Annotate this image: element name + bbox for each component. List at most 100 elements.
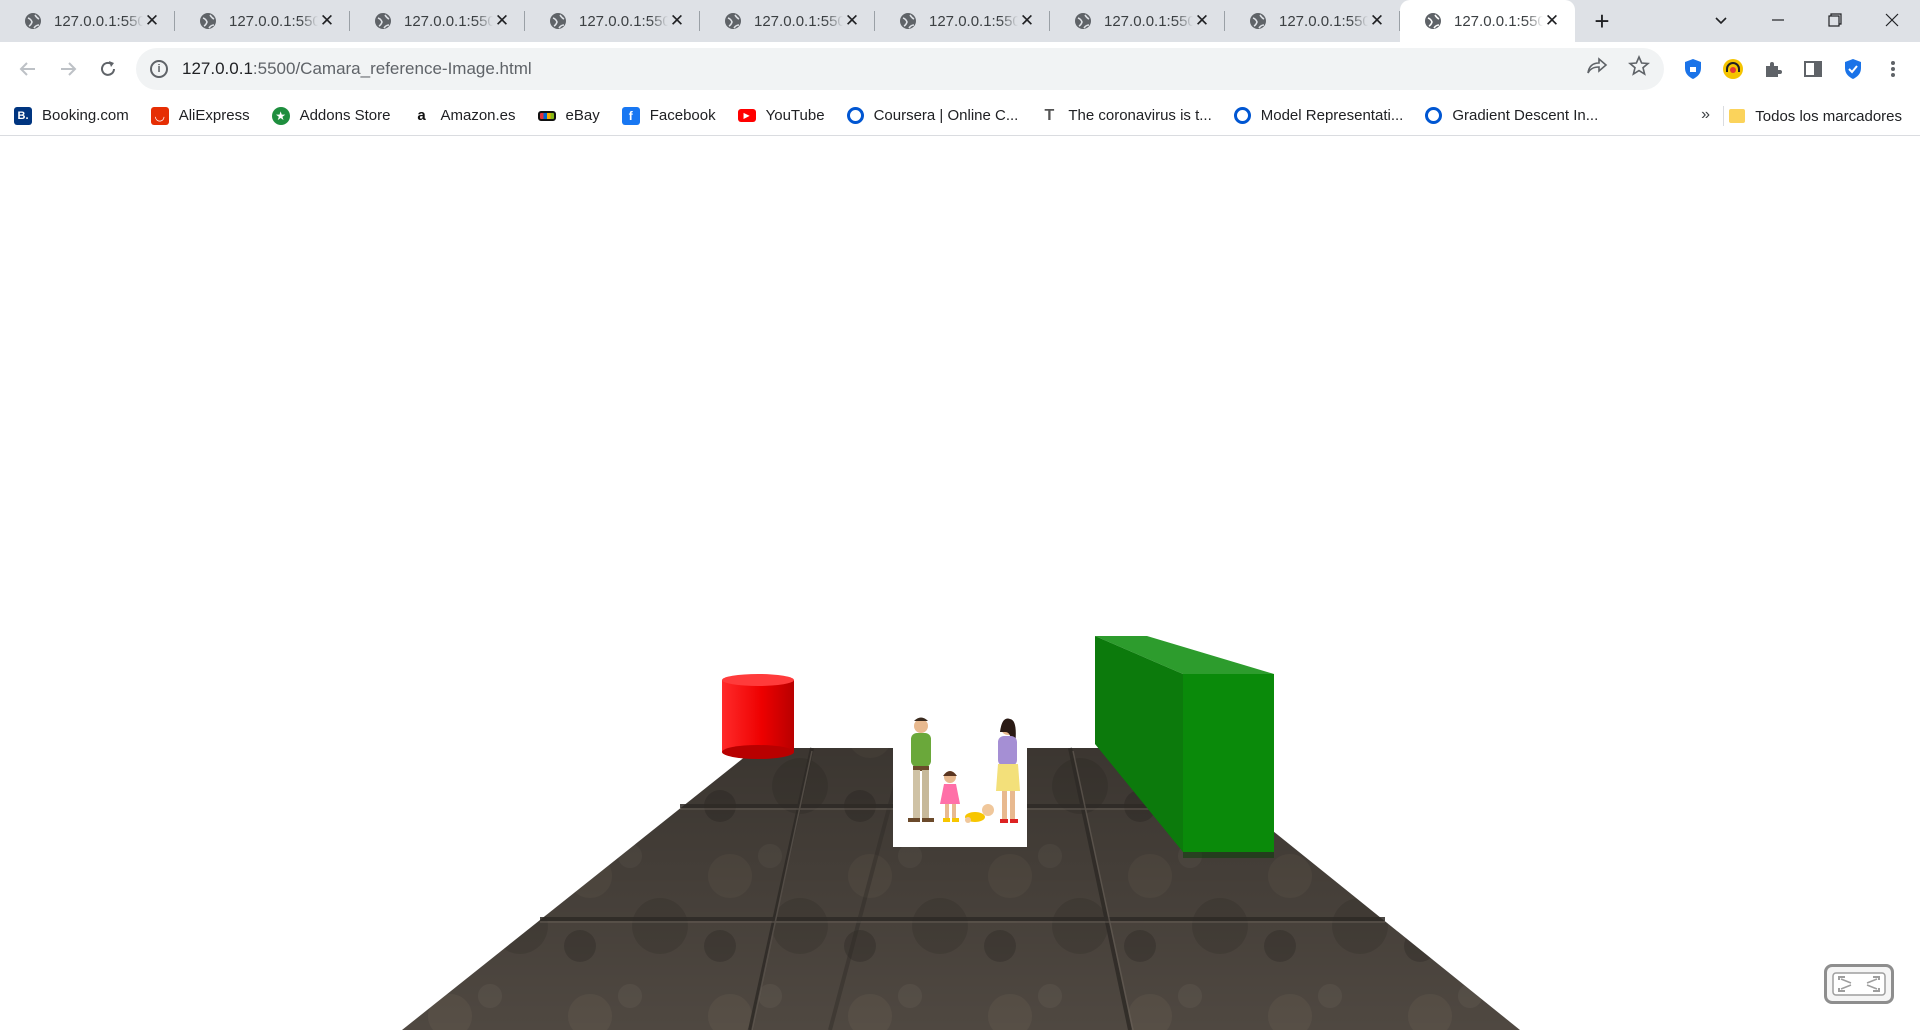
fullscreen-icon: [1832, 972, 1886, 996]
bookmark-item[interactable]: ★ Addons Store: [271, 106, 391, 125]
close-tab-icon[interactable]: ✕: [1368, 12, 1386, 30]
bookmark-item[interactable]: Gradient Descent In...: [1425, 107, 1598, 124]
tab[interactable]: 127.0.0.1:5500 ✕: [350, 0, 525, 42]
addons-store-icon: ★: [271, 106, 290, 125]
all-bookmarks-folder[interactable]: Todos los marcadores: [1729, 96, 1902, 136]
extensions-area: [1680, 42, 1906, 96]
tab-title: 127.0.0.1:5500: [1104, 12, 1193, 30]
bookmark-label: Facebook: [649, 107, 716, 124]
tab[interactable]: 127.0.0.1:5500 ✕: [1225, 0, 1400, 42]
facebook-icon: f: [621, 106, 640, 125]
bookmark-label: Model Representati...: [1260, 107, 1404, 124]
amazon-icon: a: [417, 107, 426, 124]
new-tab-button[interactable]: +: [1581, 0, 1623, 42]
bookmark-item[interactable]: f Facebook: [621, 106, 716, 125]
close-tab-icon[interactable]: ✕: [493, 12, 511, 30]
article-icon: T: [1044, 106, 1055, 124]
close-tab-icon[interactable]: ✕: [668, 12, 686, 30]
threejs-canvas[interactable]: [0, 136, 1920, 1030]
close-tab-icon[interactable]: ✕: [1193, 12, 1211, 30]
site-info-icon[interactable]: i: [150, 60, 168, 78]
tab[interactable]: 127.0.0.1:5500 ✕: [175, 0, 350, 42]
tab-title: 127.0.0.1:5500: [1454, 12, 1543, 30]
back-arrow-icon: [19, 62, 35, 76]
close-tab-icon[interactable]: ✕: [843, 12, 861, 30]
back-button[interactable]: [8, 49, 48, 89]
url-path: :5500/Camara_reference-Image.html: [252, 59, 532, 78]
address-bar-actions: [1586, 48, 1651, 90]
bookmark-label: eBay: [565, 107, 600, 124]
address-bar[interactable]: i 127.0.0.1:5500/Camara_reference-Image.…: [136, 48, 1664, 90]
forward-button[interactable]: [48, 49, 88, 89]
bookmark-label: AliExpress: [178, 107, 250, 124]
bookmark-label: Coursera | Online C...: [873, 107, 1019, 124]
bookmark-label: Amazon.es: [440, 107, 516, 124]
bookmark-item[interactable]: Model Representati...: [1233, 107, 1404, 124]
fullscreen-button[interactable]: [1824, 964, 1894, 1004]
tab[interactable]: 127.0.0.1:5500 ✕: [525, 0, 700, 42]
share-icon[interactable]: [1586, 56, 1608, 82]
bookmark-item[interactable]: ▶ YouTube: [737, 107, 825, 124]
window-controls: [1692, 0, 1920, 42]
youtube-icon: ▶: [737, 109, 756, 122]
bookmark-label: YouTube: [765, 107, 825, 124]
close-tab-icon[interactable]: ✕: [143, 12, 161, 30]
restore-button[interactable]: [1806, 0, 1863, 40]
tab-strip: 127.0.0.1:5500 ✕ 127.0.0.1:5500 ✕ 127.0.…: [0, 0, 1920, 42]
red-cylinder: [722, 674, 794, 759]
forward-arrow-icon: [61, 62, 77, 76]
divider: [1723, 106, 1724, 126]
close-window-button[interactable]: [1863, 0, 1920, 40]
bookmark-label: Booking.com: [42, 107, 129, 124]
vpn-shield-icon[interactable]: [1680, 56, 1706, 82]
tab-title: 127.0.0.1:5500: [1279, 12, 1368, 30]
family-picture: [893, 717, 1027, 847]
globe-icon: [375, 13, 391, 29]
globe-icon: [550, 13, 566, 29]
bookmark-item[interactable]: ◡ AliExpress: [150, 106, 250, 125]
tab[interactable]: 127.0.0.1:5500 ✕: [0, 0, 175, 42]
bookmark-label: The coronavirus is t...: [1068, 107, 1212, 124]
reload-icon: [101, 61, 115, 76]
tab-title: 127.0.0.1:5500: [929, 12, 1018, 30]
bookmark-star-icon[interactable]: [1627, 54, 1651, 83]
security-shield-icon[interactable]: [1840, 56, 1866, 82]
globe-icon: [200, 13, 216, 29]
tab-title: 127.0.0.1:5500: [579, 12, 668, 30]
menu-kebab-icon[interactable]: [1880, 56, 1906, 82]
tab[interactable]: 127.0.0.1:5500 ✕: [1050, 0, 1225, 42]
globe-icon: [1075, 13, 1091, 29]
tab-title: 127.0.0.1:5500: [54, 12, 143, 30]
extensions-puzzle-icon[interactable]: [1760, 56, 1786, 82]
page-viewport: [0, 136, 1920, 1030]
booking-icon: B.: [14, 106, 32, 125]
bookmark-item[interactable]: Coursera | Online C...: [846, 107, 1019, 124]
close-tab-icon[interactable]: ✕: [1018, 12, 1036, 30]
bookmark-item[interactable]: T The coronavirus is t...: [1040, 107, 1211, 125]
close-tab-icon[interactable]: ✕: [1543, 12, 1561, 30]
bookmarks-overflow-button[interactable]: »: [1701, 106, 1710, 124]
globe-icon: [1250, 13, 1266, 29]
globe-icon: [725, 13, 741, 29]
tab-search-icon[interactable]: [1692, 0, 1749, 40]
headphones-extension-icon[interactable]: [1720, 56, 1746, 82]
tab-title: 127.0.0.1:5500: [754, 12, 843, 30]
bookmark-label: Gradient Descent In...: [1452, 107, 1599, 124]
coursera-icon: [1233, 107, 1251, 124]
url-host: 127.0.0.1: [182, 59, 253, 78]
url-text[interactable]: 127.0.0.1:5500/Camara_reference-Image.ht…: [182, 59, 532, 79]
reload-button[interactable]: [88, 49, 128, 89]
minimize-button[interactable]: [1749, 0, 1806, 40]
bookmark-label: Addons Store: [299, 107, 391, 124]
bookmark-item[interactable]: a Amazon.es: [412, 107, 515, 125]
side-panel-icon[interactable]: [1800, 56, 1826, 82]
bookmark-item[interactable]: B. Booking.com: [14, 106, 129, 125]
folder-icon: [1729, 109, 1746, 123]
coursera-icon: [846, 107, 864, 124]
close-tab-icon[interactable]: ✕: [318, 12, 336, 30]
tab[interactable]: 127.0.0.1:5500 ✕: [700, 0, 875, 42]
tab-active[interactable]: 127.0.0.1:5500 ✕: [1400, 0, 1575, 42]
tab[interactable]: 127.0.0.1:5500 ✕: [875, 0, 1050, 42]
aliexpress-icon: ◡: [150, 106, 169, 125]
bookmark-item[interactable]: eBay: [537, 107, 600, 124]
